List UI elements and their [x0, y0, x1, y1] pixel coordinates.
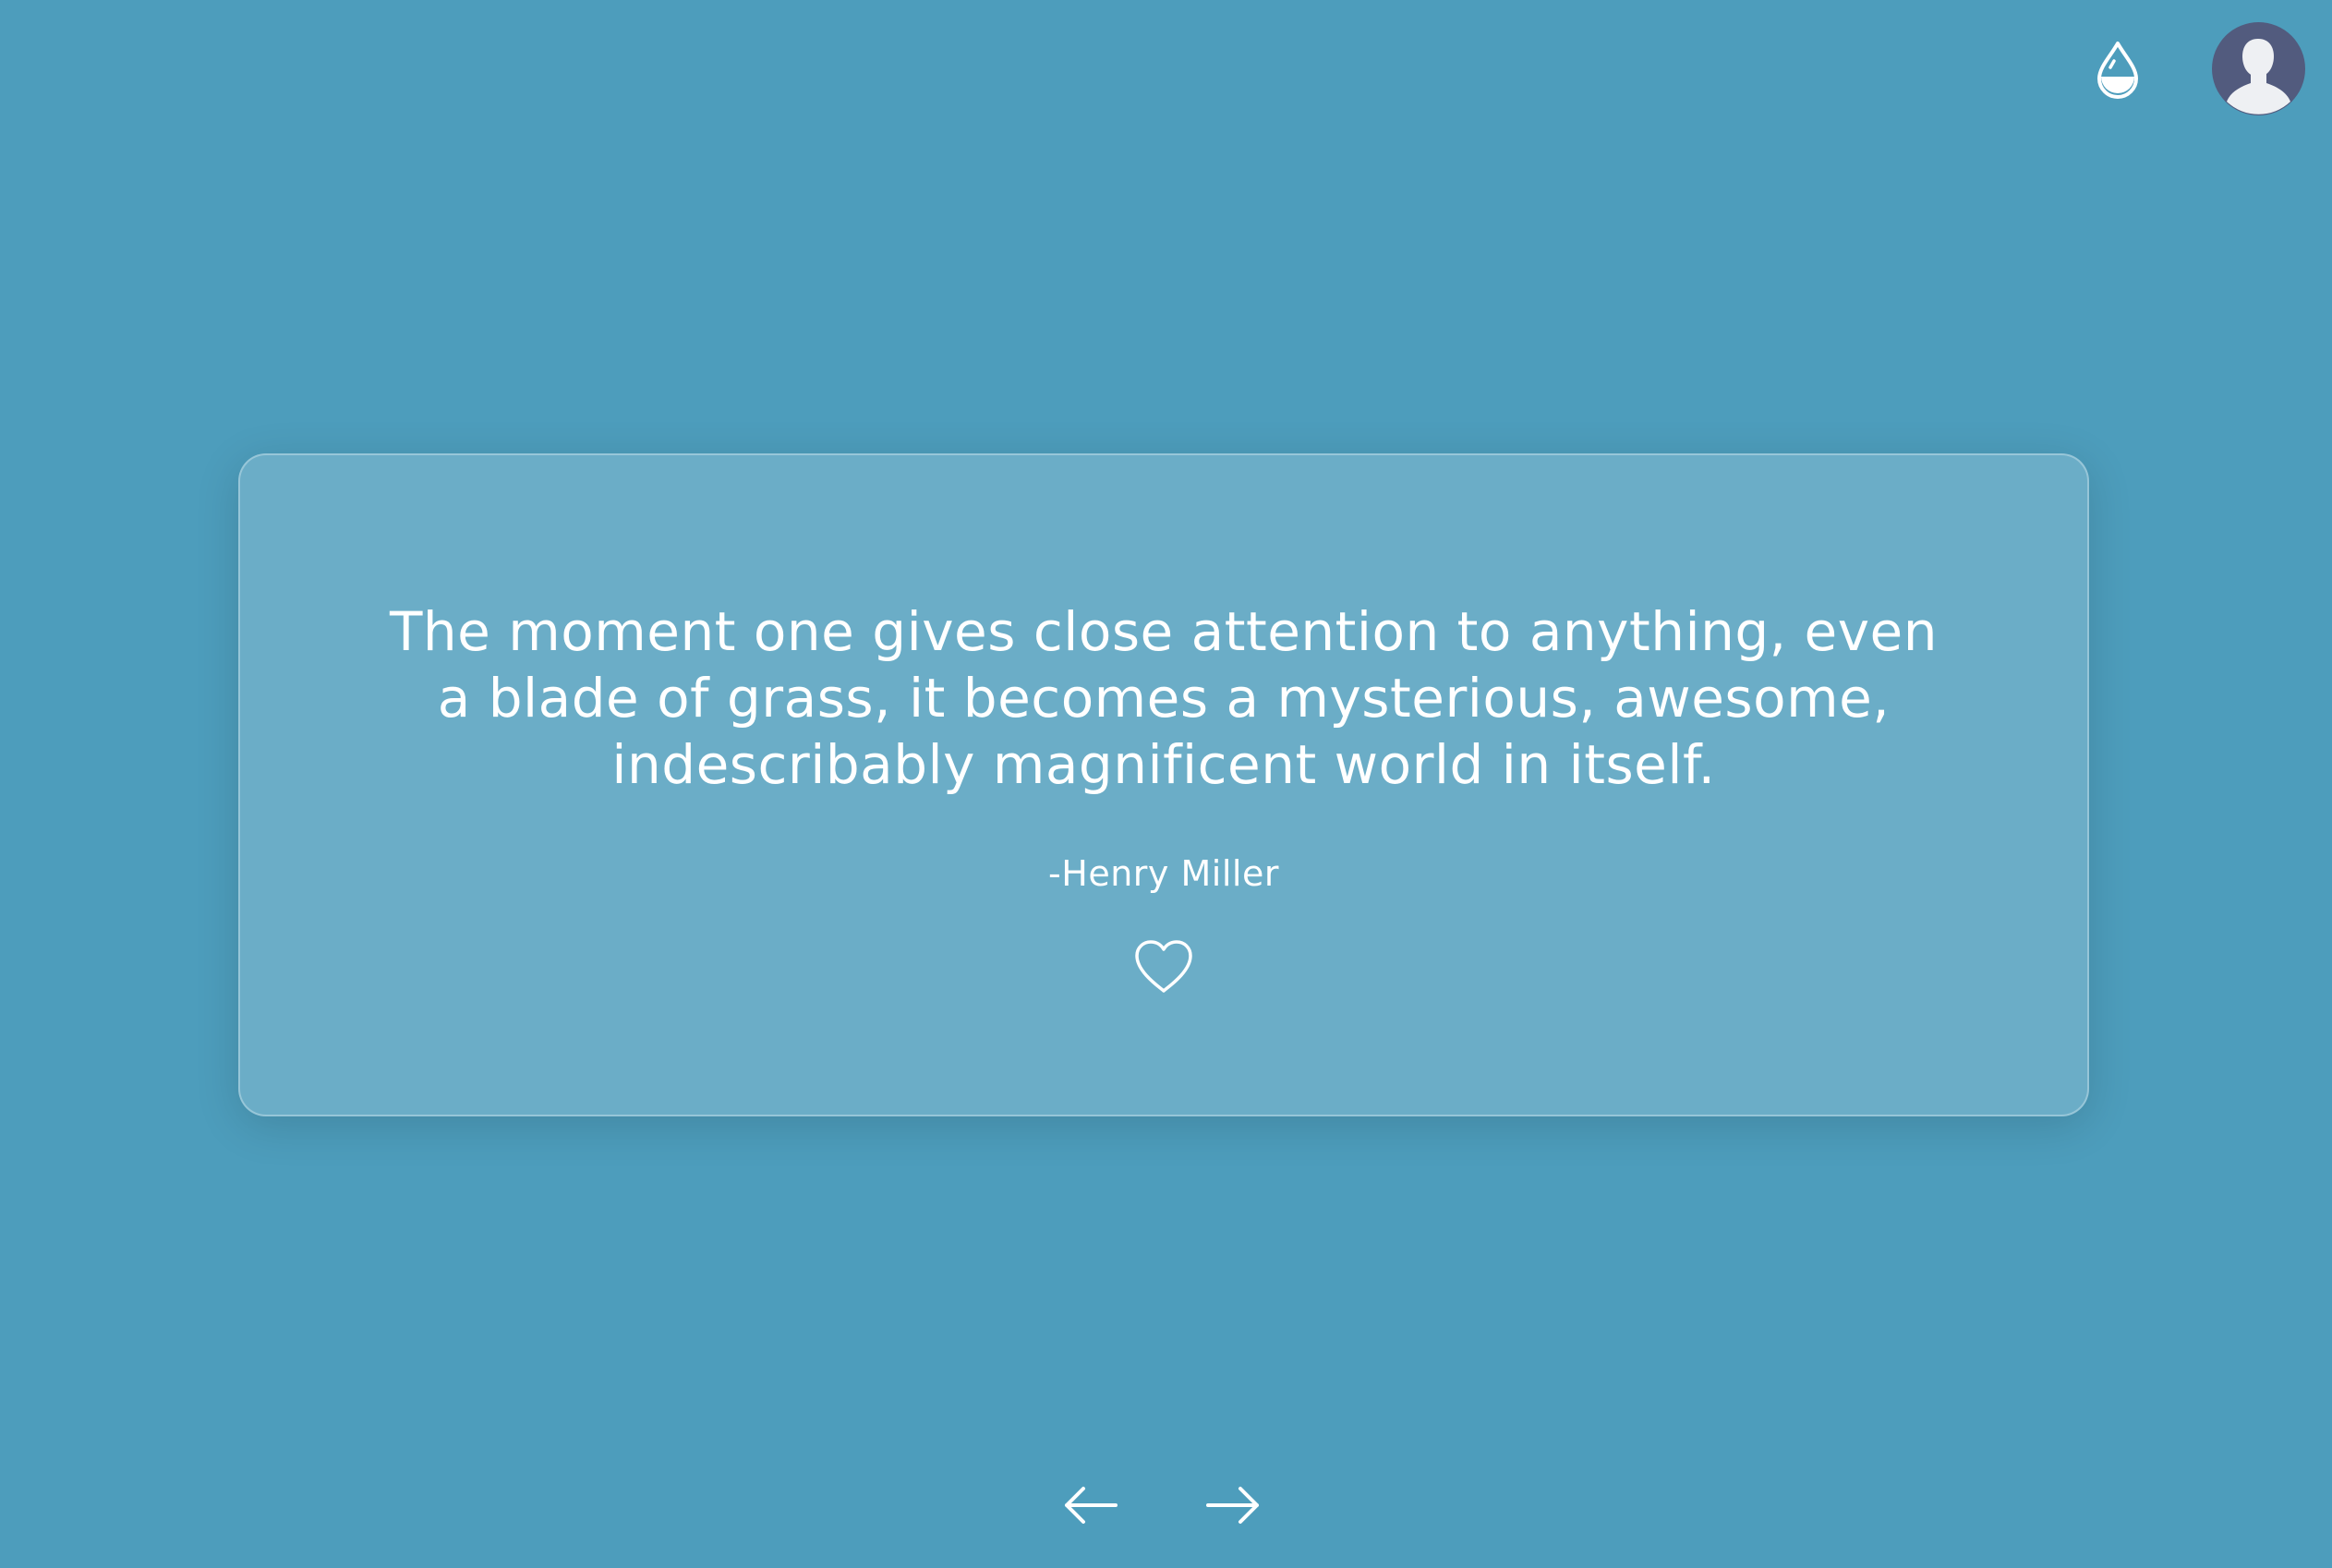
heart-outline-icon: [1135, 940, 1192, 993]
water-drop-icon: [2097, 41, 2138, 99]
quote-card: The moment one gives close attention to …: [238, 453, 2089, 1116]
theme-toggle-button[interactable]: [2093, 38, 2143, 101]
like-button[interactable]: [1133, 938, 1194, 995]
user-silhouette-icon: [2227, 39, 2290, 115]
user-avatar[interactable]: [2212, 22, 2305, 115]
quote-text: The moment one gives close attention to …: [389, 600, 1938, 796]
arrow-right-icon: [1206, 1487, 1259, 1524]
quote-navigation: [1062, 1482, 1262, 1528]
previous-quote-button[interactable]: [1062, 1482, 1119, 1528]
quote-author: -Henry Miller: [1048, 853, 1279, 894]
top-bar: [2093, 22, 2305, 115]
arrow-left-icon: [1065, 1487, 1118, 1524]
next-quote-button[interactable]: [1204, 1482, 1262, 1528]
